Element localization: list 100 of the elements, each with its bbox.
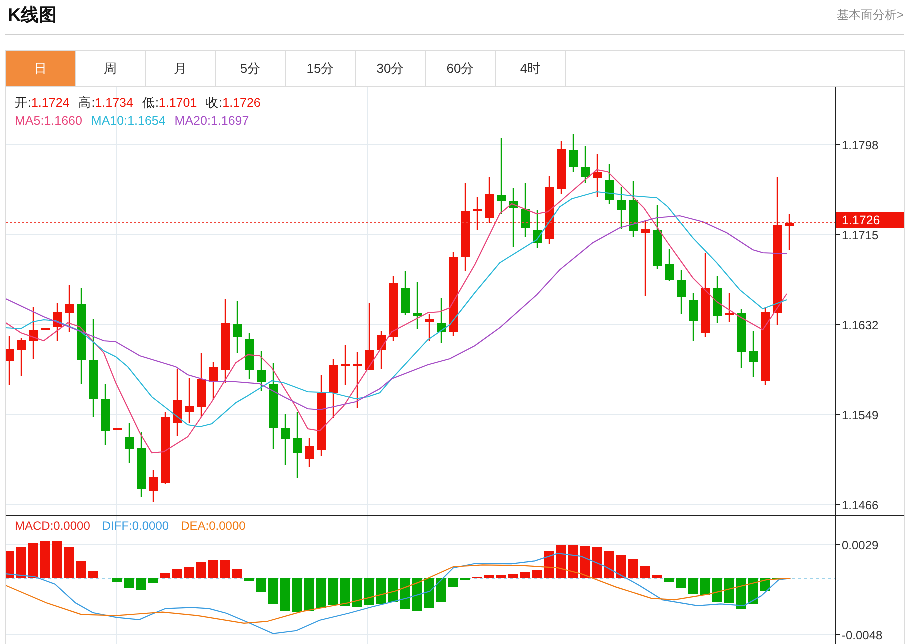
candlestick: [197, 353, 206, 417]
candlestick: [557, 141, 566, 194]
macd-bar: [400, 578, 410, 610]
macd-bar: [184, 568, 194, 578]
macd-bar: [628, 560, 638, 578]
macd-bar: [520, 572, 530, 578]
macd-bar: [316, 578, 326, 608]
price-value: 1.1734: [95, 96, 134, 110]
candlestick: [377, 331, 386, 369]
macd-bar: [376, 578, 386, 604]
macd-bar: [748, 578, 758, 604]
candlestick: [245, 333, 254, 379]
macd-bar: [16, 548, 26, 578]
indicator-value: 0.0000: [132, 519, 170, 533]
macd-bar: [244, 578, 254, 582]
macd-bar: [124, 578, 134, 588]
candlestick: [185, 378, 194, 423]
macd-bar: [436, 578, 446, 602]
candlestick: [617, 187, 626, 229]
macd-bar: [388, 578, 398, 602]
macd-bar: [712, 578, 722, 602]
macd-bar: [484, 576, 494, 578]
macd-bar: [328, 578, 338, 606]
macd-bar: [172, 570, 182, 578]
moving-average-label: MA20:: [174, 114, 211, 128]
candlestick: [353, 352, 362, 408]
candlestick: [749, 331, 758, 377]
macd-axis-label: 0.0029: [842, 538, 879, 552]
indicator-label: MACD:: [15, 519, 54, 533]
macd-bar: [76, 562, 86, 578]
macd-bar: [664, 578, 674, 582]
price-axis-label: 1.1715: [842, 228, 879, 242]
section-title: K线图: [8, 4, 57, 27]
candlestick: [257, 351, 266, 391]
candlestick: [293, 412, 302, 478]
macd-bar: [52, 542, 62, 578]
macd-bar: [88, 572, 98, 578]
candlestick: [689, 293, 698, 341]
macd-bar: [736, 578, 746, 610]
candlestick: [209, 362, 218, 400]
candlestick: [509, 188, 518, 247]
price-axis-label: 1.1632: [842, 318, 879, 332]
macd-bar: [568, 546, 578, 578]
candlestick: [785, 214, 794, 250]
macd-bar: [412, 578, 422, 612]
candlestick: [629, 181, 638, 237]
moving-average-label: MA10:: [91, 114, 128, 128]
macd-bar: [220, 560, 230, 578]
candlestick: [569, 134, 578, 172]
candlestick: [29, 307, 38, 359]
macd-bar: [232, 570, 242, 578]
candlestick: [173, 369, 182, 436]
macd-bar: [64, 548, 74, 578]
macd-bar: [580, 546, 590, 578]
indicator-value: 0.0000: [54, 519, 90, 533]
macd-bar: [136, 578, 146, 590]
macd-bar: [196, 562, 206, 578]
price-label: 高:: [78, 96, 96, 110]
macd-bar: [6, 552, 14, 578]
indicator-label: DEA:: [181, 519, 210, 533]
candlestick: [485, 177, 494, 223]
moving-average-value: 1.1654: [128, 114, 166, 128]
macd-bar: [352, 578, 362, 608]
macd-bar: [280, 578, 290, 612]
macd-bar: [508, 574, 518, 578]
candlestick: [149, 470, 158, 502]
candlestick: [65, 285, 74, 332]
candlestick: [305, 438, 314, 467]
candlestick: [437, 298, 446, 343]
candlestick: [6, 336, 14, 385]
macd-axis-label: -0.0048: [842, 628, 883, 642]
macd-bar: [724, 578, 734, 604]
candlestick: [341, 345, 350, 385]
macd-bar: [688, 578, 698, 594]
macd-bar: [292, 578, 302, 612]
price-value: 1.1701: [158, 96, 198, 110]
moving-average-label: MA5:: [15, 114, 44, 128]
candlestick: [545, 176, 554, 244]
price-axis-label: 1.1549: [842, 408, 879, 422]
macd-bar: [304, 578, 314, 612]
candlestick: [725, 293, 734, 322]
candlestick: [113, 428, 122, 430]
macd-bar: [148, 578, 158, 584]
macd-bar: [256, 578, 266, 592]
price-axis-label: 1.1466: [842, 498, 879, 512]
candlestick: [365, 303, 374, 370]
macd-bar: [112, 578, 122, 582]
macd-bar: [616, 556, 626, 578]
fundamental-analysis-link[interactable]: 基本面分析>: [836, 6, 904, 24]
price-value: 1.1726: [222, 96, 261, 110]
candlestick: [677, 270, 686, 314]
macd-bar: [652, 576, 662, 578]
moving-average-value: 1.1697: [210, 114, 250, 128]
candlestick: [137, 432, 146, 497]
candlestick: [161, 412, 170, 484]
indicator-value: 0.0000: [209, 519, 246, 533]
price-value: 1.1724: [31, 96, 70, 110]
macd-bar: [208, 560, 218, 578]
candlestick: [281, 414, 290, 465]
candlestick: [737, 309, 746, 368]
